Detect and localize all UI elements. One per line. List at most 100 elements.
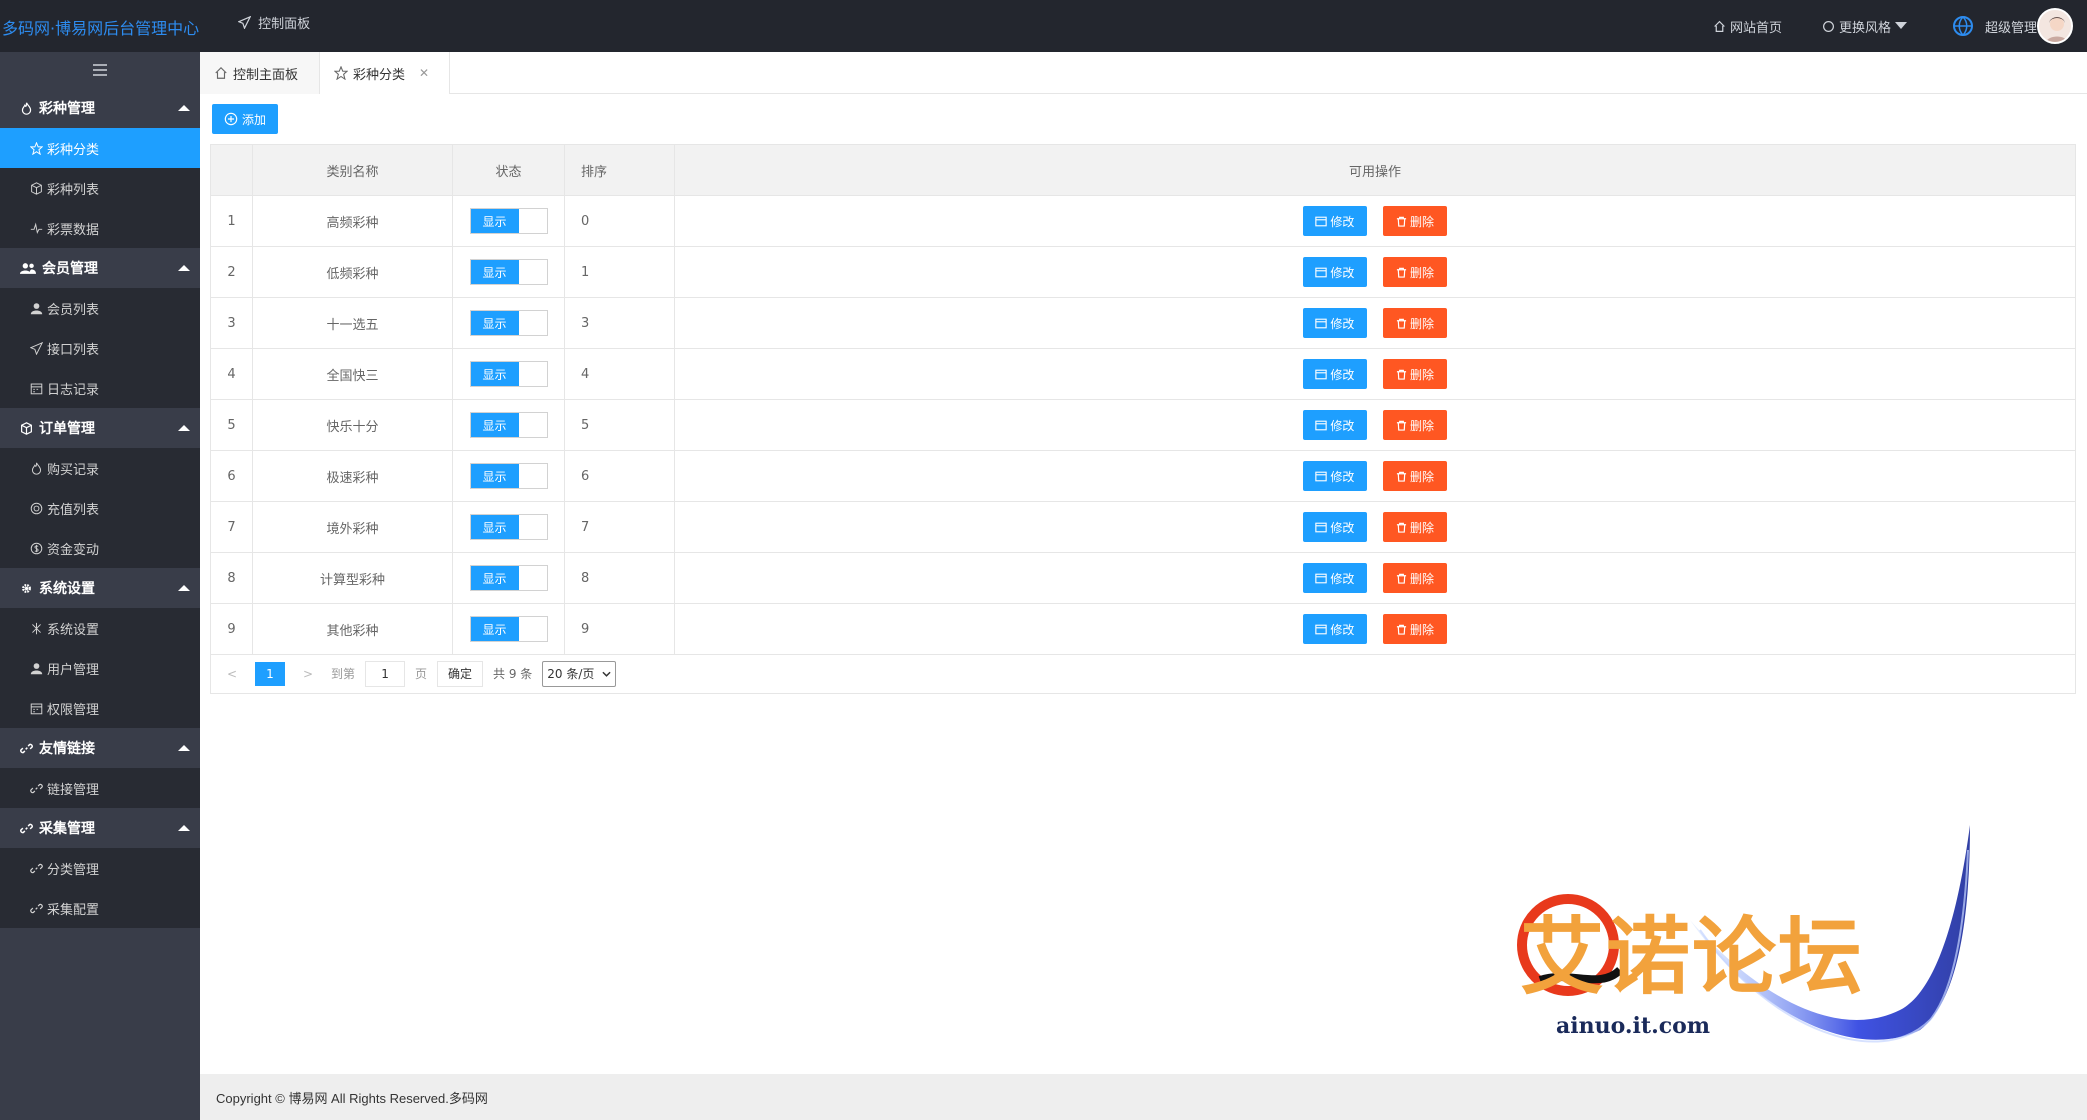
delete-button[interactable]: 删除 — [1383, 308, 1448, 338]
delete-button[interactable]: 删除 — [1383, 512, 1448, 542]
sidebar-item-purchases[interactable]: 购买记录 — [0, 448, 200, 488]
edit-button[interactable]: 修改 — [1302, 512, 1367, 542]
tab-control-panel[interactable]: 控制主面板 — [200, 52, 320, 94]
sidebar-item-lottery-category[interactable]: 彩种分类 — [0, 128, 200, 168]
delete-button[interactable]: 删除 — [1383, 206, 1448, 236]
sidebar-group-links[interactable]: 友情链接 — [0, 728, 200, 768]
edit-button-label: 修改 — [1330, 367, 1355, 382]
edit-button[interactable]: 修改 — [1302, 359, 1367, 389]
avatar[interactable] — [2037, 8, 2073, 44]
sidebar-item-user-management[interactable]: 用户管理 — [0, 648, 200, 688]
row-actions: 修改 删除 — [674, 399, 2076, 451]
brand-title[interactable]: 多码网·博易网后台管理中心 — [0, 0, 199, 52]
page-size-select[interactable]: 20 条/页 — [542, 660, 617, 687]
admin-menu[interactable]: 超级管理 — [1951, 8, 2077, 44]
prev-page-icon[interactable]: < — [221, 667, 243, 681]
delete-button-label: 删除 — [1410, 214, 1435, 229]
sidebar-item-permissions[interactable]: 权限管理 — [0, 688, 200, 728]
sidebar-item-label: 日志记录 — [47, 382, 100, 398]
next-page-icon[interactable]: > — [297, 667, 319, 681]
row-actions: 修改 删除 — [674, 552, 2076, 604]
site-home-link[interactable]: 网站首页 — [1713, 17, 1782, 36]
col-header-name: 类别名称 — [252, 144, 453, 196]
change-style-menu[interactable]: 更换风格 — [1822, 17, 1911, 36]
delete-button[interactable]: 删除 — [1383, 461, 1448, 491]
sidebar-group-label: 采集管理 — [39, 821, 95, 837]
edit-button[interactable]: 修改 — [1302, 461, 1367, 491]
status-switch[interactable]: 显示 — [469, 514, 548, 540]
row-status: 显示 — [452, 297, 565, 349]
status-switch[interactable]: 显示 — [469, 616, 548, 642]
pagination: < 1 > 到第 1 页 确定 共 9 条 20 条/页 — [210, 654, 2076, 694]
delete-button[interactable]: 删除 — [1383, 257, 1448, 287]
goto-label: 到第 — [331, 667, 356, 681]
edit-button[interactable]: 修改 — [1302, 308, 1367, 338]
status-switch[interactable]: 显示 — [469, 463, 548, 489]
edit-button[interactable]: 修改 — [1302, 614, 1367, 644]
sidebar-item-recharge[interactable]: 充值列表 — [0, 488, 200, 528]
sidebar-item-collect-config[interactable]: 采集配置 — [0, 888, 200, 928]
tab-lottery-category[interactable]: 彩种分类 ✕ — [320, 52, 450, 94]
status-switch[interactable]: 显示 — [469, 208, 548, 234]
sidebar-item-link-management[interactable]: 链接管理 — [0, 768, 200, 808]
delete-button[interactable]: 删除 — [1383, 614, 1448, 644]
sidebar-item-logs[interactable]: 日志记录 — [0, 368, 200, 408]
delete-button[interactable]: 删除 — [1383, 359, 1448, 389]
row-name: 其他彩种 — [252, 603, 453, 655]
edit-button-label: 修改 — [1330, 469, 1355, 484]
sidebar-item-category-management[interactable]: 分类管理 — [0, 848, 200, 888]
status-switch[interactable]: 显示 — [469, 361, 548, 387]
page-current[interactable]: 1 — [255, 661, 285, 686]
edit-icon — [1315, 624, 1328, 634]
sidebar-item-label: 充值列表 — [47, 502, 100, 518]
sidebar-group-collect[interactable]: 采集管理 — [0, 808, 200, 848]
edit-icon — [1315, 522, 1328, 532]
status-switch-knob — [518, 362, 547, 386]
table-row: 4 全国快三 显示 4 修改 删除 — [210, 348, 2076, 400]
edit-icon — [1315, 369, 1328, 379]
sidebar-group-orders[interactable]: 订单管理 — [0, 408, 200, 448]
status-switch[interactable]: 显示 — [469, 565, 548, 591]
sidebar-item-api-list[interactable]: 接口列表 — [0, 328, 200, 368]
sidebar-item-member-list[interactable]: 会员列表 — [0, 288, 200, 328]
goto-page-input[interactable]: 1 — [365, 660, 406, 687]
status-switch[interactable]: 显示 — [469, 412, 548, 438]
row-name: 全国快三 — [252, 348, 453, 400]
page-size-value: 20 条/页 — [547, 667, 595, 681]
sidebar-item-lottery-list[interactable]: 彩种列表 — [0, 168, 200, 208]
edit-icon — [1315, 216, 1328, 226]
edit-button[interactable]: 修改 — [1302, 410, 1367, 440]
control-panel-link[interactable]: 控制面板 — [237, 0, 310, 52]
sidebar-item-lottery-data[interactable]: 彩票数据 — [0, 208, 200, 248]
sidebar-item-system-settings[interactable]: 系统设置 — [0, 608, 200, 648]
sidebar-group-members[interactable]: 会员管理 — [0, 248, 200, 288]
edit-button[interactable]: 修改 — [1302, 257, 1367, 287]
delete-button[interactable]: 删除 — [1383, 563, 1448, 593]
col-header-status: 状态 — [452, 144, 565, 196]
status-switch[interactable]: 显示 — [469, 259, 548, 285]
edit-button[interactable]: 修改 — [1302, 206, 1367, 236]
goto-confirm-button[interactable]: 确定 — [437, 660, 484, 687]
delete-button[interactable]: 删除 — [1383, 410, 1448, 440]
edit-button-label: 修改 — [1330, 265, 1355, 280]
sidebar-group-system[interactable]: 系统设置 — [0, 568, 200, 608]
table-row: 7 境外彩种 显示 7 修改 删除 — [210, 501, 2076, 553]
delete-button-label: 删除 — [1410, 622, 1435, 637]
row-actions: 修改 删除 — [674, 246, 2076, 298]
add-button[interactable]: 添加 — [212, 104, 278, 134]
trash-icon — [1396, 624, 1407, 635]
sidebar-toggle[interactable] — [0, 52, 200, 88]
status-switch[interactable]: 显示 — [469, 310, 548, 336]
table-row: 6 极速彩种 显示 6 修改 删除 — [210, 450, 2076, 502]
tab-label: 控制主面板 — [233, 67, 299, 83]
top-header: 多码网·博易网后台管理中心 控制面板 网站首页 更换风格 超级管理 — [0, 0, 2087, 52]
delete-button-label: 删除 — [1410, 418, 1435, 433]
edit-button[interactable]: 修改 — [1302, 563, 1367, 593]
close-icon[interactable]: ✕ — [419, 66, 429, 80]
row-index: 9 — [210, 603, 253, 655]
settings-icon — [32, 622, 41, 634]
row-actions: 修改 删除 — [674, 450, 2076, 502]
row-status: 显示 — [452, 399, 565, 451]
sidebar-group-lottery[interactable]: 彩种管理 — [0, 88, 200, 128]
sidebar-item-funds[interactable]: 资金变动 — [0, 528, 200, 568]
